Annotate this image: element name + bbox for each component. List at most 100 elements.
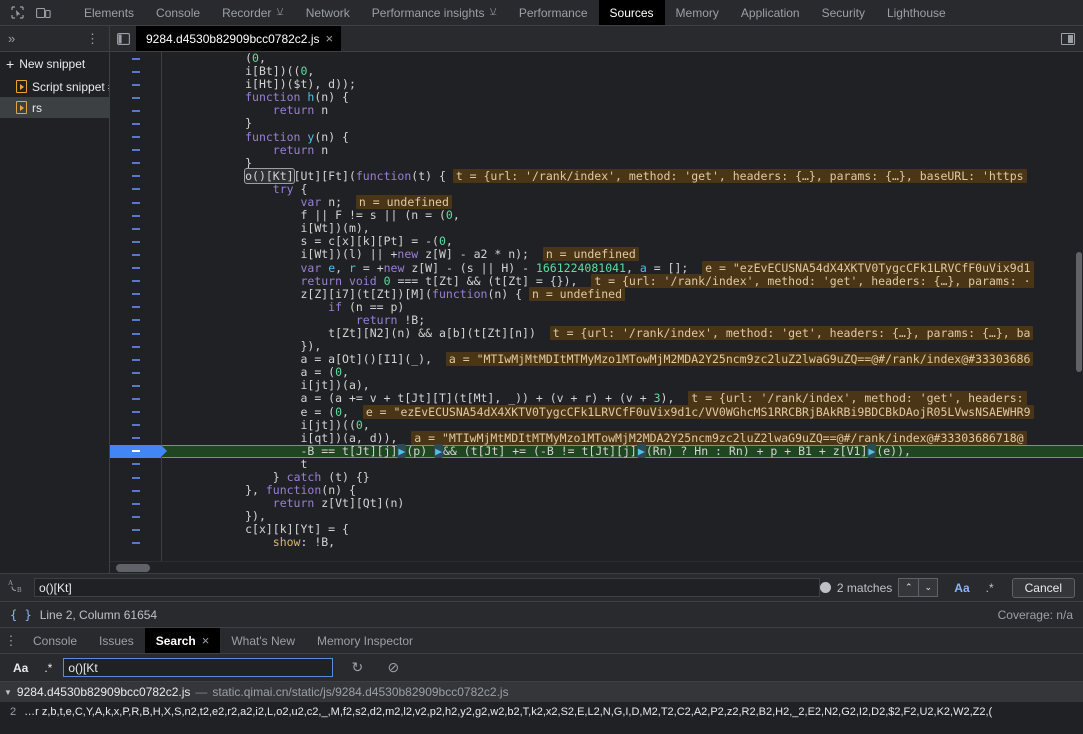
gutter-line-marker[interactable] (110, 209, 161, 222)
search-match-case-toggle[interactable]: Aa (8, 661, 33, 675)
editor-code-content[interactable]: (0, i[Bt])((0, i[Ht])($t), d)); function… (162, 52, 1083, 561)
find-cancel-button[interactable]: Cancel (1011, 577, 1075, 598)
gutter-line-marker[interactable] (110, 91, 161, 104)
gutter-line-marker[interactable] (110, 248, 161, 261)
gutter-line-marker[interactable] (110, 432, 161, 445)
find-previous-button[interactable]: ⌃ (898, 578, 919, 597)
code-token: var (300, 260, 329, 275)
code-line: return n (162, 104, 1083, 117)
gutter-line-marker[interactable] (110, 183, 161, 196)
gutter-line-marker[interactable] (110, 144, 161, 157)
gutter-line-marker[interactable] (110, 222, 161, 235)
tab-network[interactable]: Network (295, 0, 361, 25)
editor-vertical-scrollbar-thumb[interactable] (1076, 252, 1082, 372)
tab-application[interactable]: Application (730, 0, 811, 25)
tab-performance-insights[interactable]: Performance insights ⚺ (361, 0, 508, 25)
gutter-line-marker[interactable] (110, 52, 161, 65)
gutter-line-marker[interactable] (110, 196, 161, 209)
pretty-print-icon[interactable]: { } (10, 608, 32, 622)
close-icon[interactable]: × (325, 31, 333, 46)
search-result-line[interactable]: 2 …r z,b,t,e,C,Y,A,k,x,P,R,B,H,X,S,n2,t2,… (0, 702, 1083, 721)
close-icon[interactable]: × (202, 633, 210, 648)
gutter-line-marker[interactable] (110, 314, 161, 327)
editor-horizontal-scrollbar-thumb[interactable] (116, 564, 150, 572)
tab-lighthouse[interactable]: Lighthouse (876, 0, 957, 25)
clear-icon[interactable]: ⊘ (381, 658, 405, 678)
code-token: && (t[Jt] += (-B != t[Jt][j] (443, 443, 637, 458)
gutter-line-marker[interactable] (110, 484, 161, 497)
tab-memory[interactable]: Memory (665, 0, 730, 25)
navigator-menu-icon[interactable]: ⋮ (86, 31, 105, 47)
gutter-line-marker[interactable] (110, 471, 161, 484)
gutter-line-marker[interactable] (110, 327, 161, 340)
tab-security[interactable]: Security (811, 0, 876, 25)
snippet-item[interactable]: Script snippet #1 (0, 76, 109, 97)
gutter-line-marker[interactable] (110, 131, 161, 144)
search-input[interactable] (63, 658, 334, 677)
drawer-menu-icon[interactable]: ⋮ (0, 628, 22, 653)
search-regex-toggle[interactable]: .* (39, 661, 57, 675)
gutter-line-marker[interactable] (110, 419, 161, 432)
new-snippet-button[interactable]: + New snippet (0, 52, 109, 76)
tab-performance[interactable]: Performance (508, 0, 599, 25)
drawer-tab-bar: ⋮ Console Issues Search × What's New Memory I… (0, 627, 1083, 654)
line-number-dash (131, 201, 140, 204)
gutter-line-marker[interactable] (110, 458, 161, 471)
more-tabs-icon[interactable]: » (4, 31, 15, 46)
gutter-line-marker[interactable] (110, 157, 161, 170)
gutter-line-marker[interactable] (110, 497, 161, 510)
tab-sources[interactable]: Sources (598, 0, 665, 25)
search-result-file-header[interactable]: ▼ 9284.d4530b82909bcc0782c2.js — static.… (0, 682, 1083, 702)
tab-recorder[interactable]: Recorder ⚺ (211, 0, 295, 25)
drawer-tab-issues[interactable]: Issues (88, 628, 145, 653)
gutter-line-marker[interactable] (110, 353, 161, 366)
gutter-line-marker[interactable] (110, 262, 161, 275)
gutter-line-marker[interactable] (110, 235, 161, 248)
tab-console[interactable]: Console (145, 0, 211, 25)
snippet-item[interactable]: rs (0, 97, 109, 118)
gutter-line-marker[interactable] (110, 288, 161, 301)
gutter-line-marker[interactable] (110, 340, 161, 353)
gutter-line-marker[interactable] (110, 117, 161, 130)
drawer-tab-memory-inspector[interactable]: Memory Inspector (306, 628, 424, 653)
gutter-line-marker[interactable] (110, 170, 161, 183)
find-regex-toggle[interactable]: .* (978, 581, 1002, 595)
gutter-line-marker[interactable] (110, 536, 161, 549)
gutter-line-marker[interactable] (110, 275, 161, 288)
gutter-line-marker[interactable] (110, 379, 161, 392)
code-token: === t[Zt] && (t[Zt] = {}), (390, 273, 592, 288)
find-input[interactable] (34, 578, 820, 597)
editor-horizontal-scrollbar[interactable] (110, 561, 1083, 573)
split-view-icon[interactable] (1061, 32, 1075, 45)
inspect-element-icon[interactable] (4, 1, 30, 25)
expand-triangle-icon[interactable]: ▼ (4, 688, 12, 697)
tab-elements[interactable]: Elements (73, 0, 145, 25)
editor-vertical-scrollbar[interactable] (1075, 52, 1083, 561)
find-match-case-toggle[interactable]: Aa (946, 581, 977, 595)
drawer-tab-search[interactable]: Search × (144, 628, 221, 653)
gutter-line-marker[interactable] (110, 406, 161, 419)
find-next-button[interactable]: ⌄ (918, 578, 939, 597)
code-token: } (272, 470, 287, 484)
editor-file-tab[interactable]: 9284.d4530b82909bcc0782c2.js × (136, 26, 342, 51)
new-snippet-label: New snippet (19, 57, 86, 71)
code-editor-body[interactable]: (0, i[Bt])((0, i[Ht])($t), d)); function… (110, 52, 1083, 561)
gutter-line-marker[interactable] (110, 104, 161, 117)
gutter-line-marker[interactable] (110, 366, 161, 379)
refresh-icon[interactable]: ↻ (345, 658, 369, 678)
device-toolbar-icon[interactable] (30, 1, 56, 25)
gutter-execution-marker[interactable] (110, 444, 167, 458)
gutter-line-marker[interactable] (110, 392, 161, 405)
editor-gutter[interactable] (110, 52, 167, 561)
gutter-line-marker[interactable] (110, 301, 161, 314)
gutter-line-marker[interactable] (110, 523, 161, 536)
drawer-tab-what-s-new[interactable]: What's New (220, 628, 306, 653)
gutter-line-marker[interactable] (110, 65, 161, 78)
show-navigator-icon[interactable] (110, 26, 136, 51)
drawer-tab-console[interactable]: Console (22, 628, 88, 653)
gutter-line-marker[interactable] (110, 510, 161, 523)
gutter-line-marker[interactable] (110, 78, 161, 91)
code-token: (n) { (314, 90, 349, 105)
